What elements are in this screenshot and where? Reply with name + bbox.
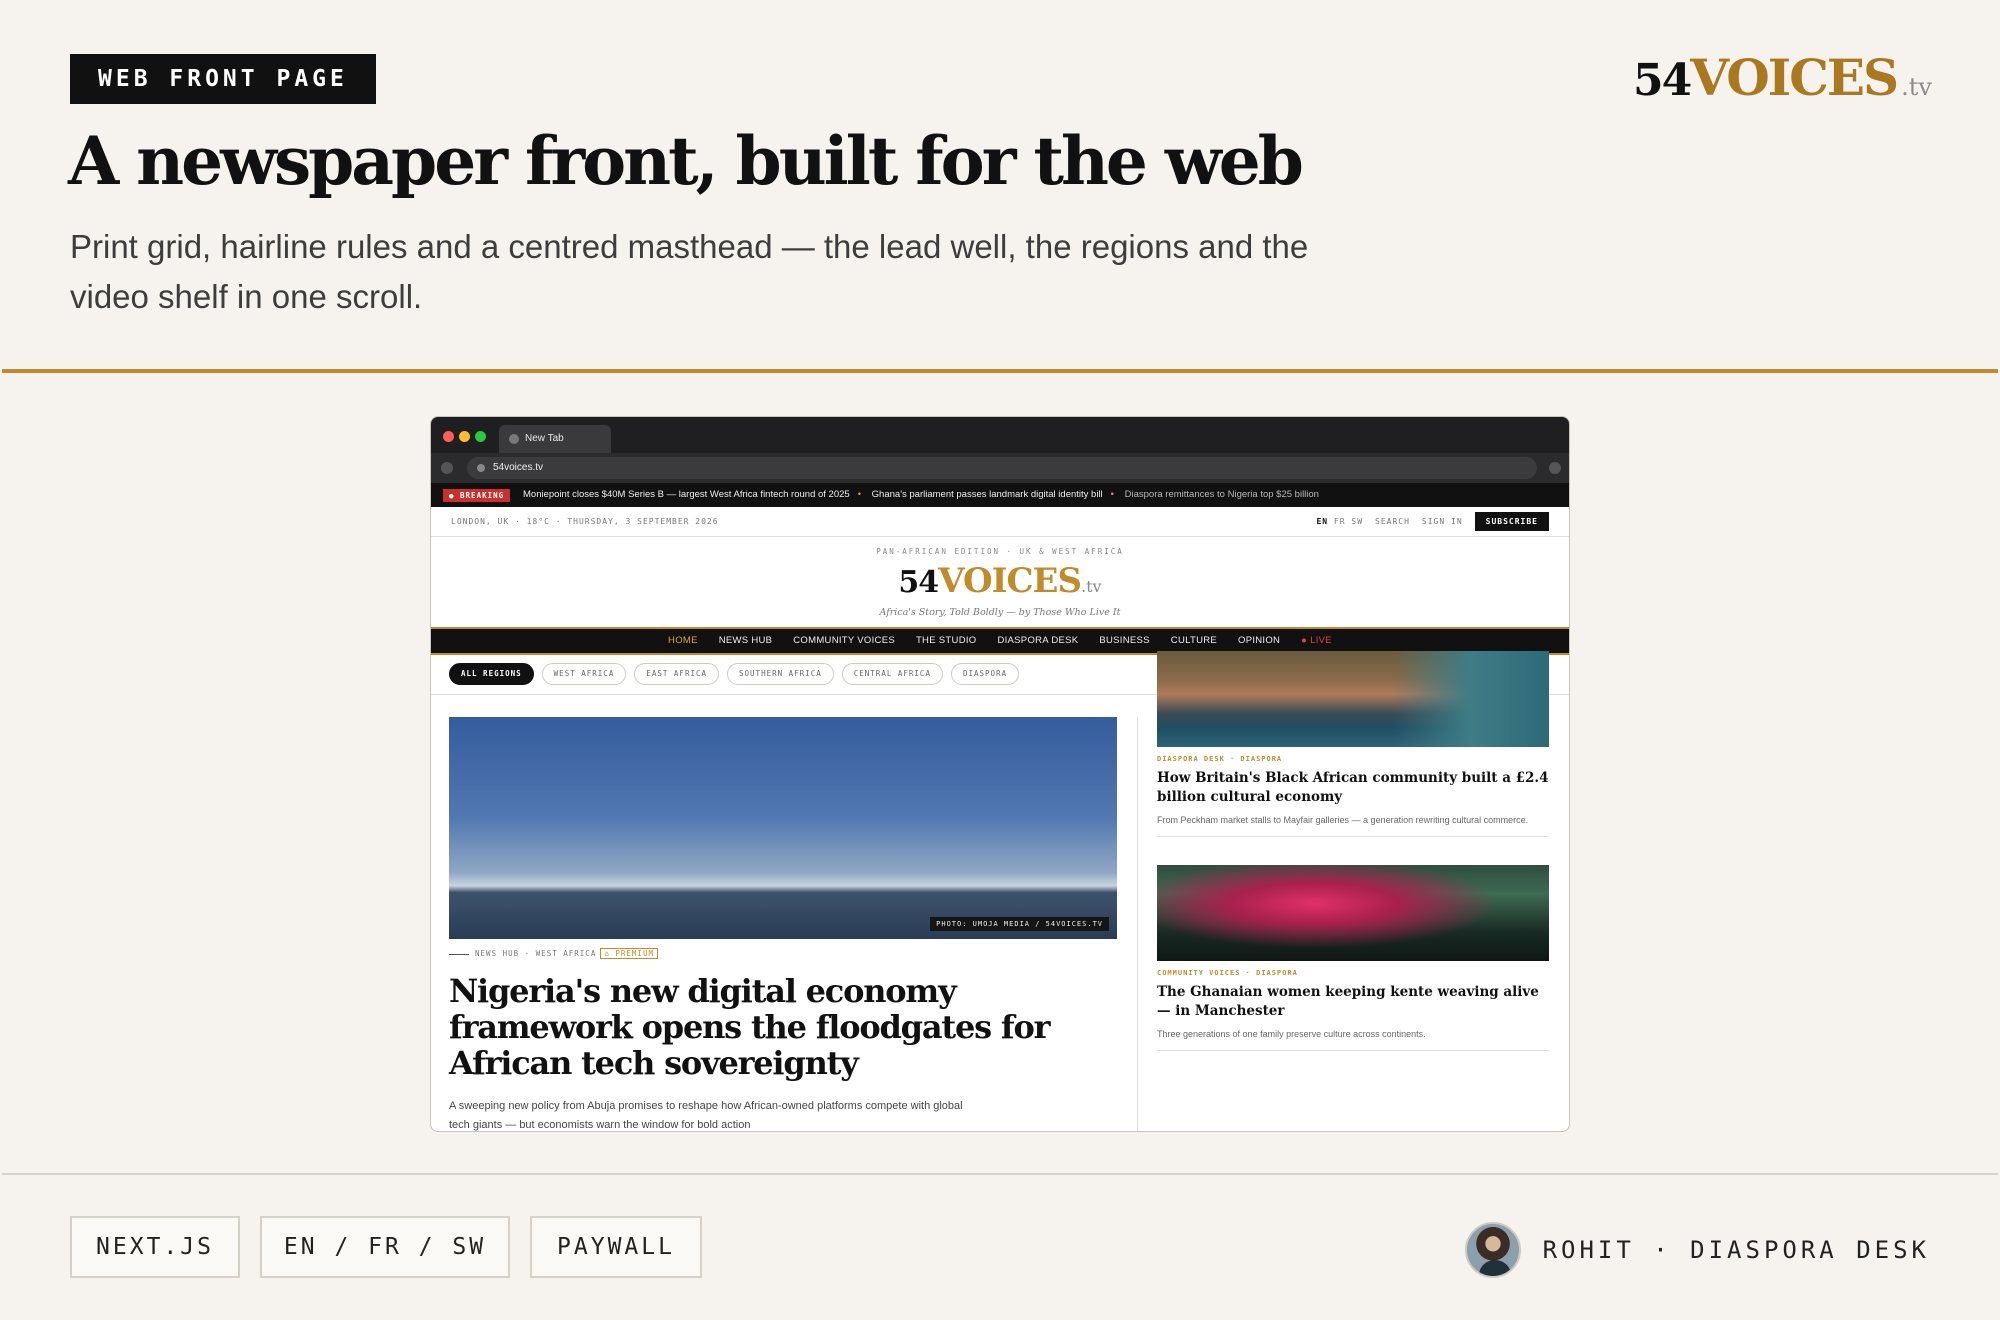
side-story-image[interactable] [1157,651,1549,747]
brand-logo-number: 54 [1633,55,1692,106]
lead-kicker: NEWS HUB · WEST AFRICA ⌂ PREMIUM [449,948,658,959]
breaking-news-ticker: ● BREAKING Moniepoint closes $40M Series… [431,483,1569,507]
browser-window: New Tab 54voices.tv ● BREAKING Moniepoin… [430,416,1570,1132]
story-divider [1157,836,1549,837]
side-story-kicker[interactable]: COMMUNITY VOICES · DIASPORA [1157,969,1549,977]
back-icon[interactable] [441,462,453,474]
nav-live[interactable]: ● LIVE [1301,635,1332,646]
subscribe-button[interactable]: SUBSCRIBE [1474,512,1549,531]
side-story: DIASPORA DESK · DIASPORA How Britain's B… [1157,651,1549,837]
nav-news-hub[interactable]: NEWS HUB [719,635,773,646]
accent-divider [2,369,1998,373]
region-pill-all[interactable]: ALL REGIONS [449,663,534,685]
site-logo[interactable]: 54VOICES.tv [431,561,1569,601]
side-story-standfirst: Three generations of one family preserve… [1157,1029,1426,1039]
lead-section[interactable]: NEWS HUB · WEST AFRICA [475,949,596,958]
edition-label: PAN-AFRICAN EDITION · UK & WEST AFRICA [876,547,1124,556]
nav-home[interactable]: HOME [668,635,698,646]
nav-community-voices[interactable]: COMMUNITY VOICES [793,635,895,646]
side-story-headline[interactable]: The Ghanaian women keeping kente weaving… [1157,983,1549,1021]
region-pill-diaspora[interactable]: DIASPORA [950,663,1020,685]
tech-chip-nextjs: NEXT.JS [70,1216,240,1278]
nav-the-studio[interactable]: THE STUDIO [916,635,977,646]
nav-business[interactable]: BUSINESS [1099,635,1149,646]
lang-fr[interactable]: FR [1334,517,1346,526]
side-story-kicker[interactable]: DIASPORA DESK · DIASPORA [1157,755,1549,763]
close-window-icon[interactable] [443,431,454,442]
footer-divider [2,1173,1998,1175]
maximize-window-icon[interactable] [475,431,486,442]
kicker-dash [449,953,469,955]
avatar [1464,1222,1521,1278]
browser-tab-bar: New Tab [431,417,1569,453]
lang-sw[interactable]: SW [1351,517,1363,526]
ticker-item[interactable]: Moniepoint closes $40M Series B — larges… [523,489,850,500]
photo-credit: PHOTO: UMOJA MEDIA / 54VOICES.TV [930,917,1109,931]
browser-toolbar: 54voices.tv [431,453,1569,483]
site-logo-number: 54 [898,565,939,600]
sign-in-link[interactable]: SIGN IN [1422,517,1463,526]
lang-en[interactable]: EN [1316,517,1328,526]
nav-culture[interactable]: CULTURE [1171,635,1217,646]
utility-bar: LONDON, UK · 18°C · THURSDAY, 3 SEPTEMBE… [431,507,1569,537]
ticker-item[interactable]: Ghana's parliament passes landmark digit… [872,489,1103,500]
side-story: COMMUNITY VOICES · DIASPORA The Ghanaian… [1157,865,1549,1051]
browser-tab[interactable]: New Tab [499,425,611,453]
nav-opinion[interactable]: OPINION [1238,635,1280,646]
region-pill-west-africa[interactable]: WEST AFRICA [541,663,627,685]
region-pill-central-africa[interactable]: CENTRAL AFRICA [841,663,943,685]
author-credit: ROHIT · DIASPORA DESK [1464,1222,1930,1278]
site-logo-suffix: .tv [1081,577,1102,596]
lead-story-image[interactable]: PHOTO: UMOJA MEDIA / 54VOICES.TV [449,717,1117,939]
masthead: PAN-AFRICAN EDITION · UK & WEST AFRICA 5… [431,537,1569,627]
section-tag: WEB FRONT PAGE [70,54,376,104]
column-divider [1137,717,1138,1131]
breaking-badge: ● BREAKING [443,489,511,502]
nav-diaspora-desk[interactable]: DIASPORA DESK [997,635,1078,646]
ticker-item[interactable]: Diaspora remittances to Nigeria top $25 … [1125,489,1319,500]
search-link[interactable]: SEARCH [1375,517,1410,526]
brand-logo-word: VOICES [1690,48,1899,107]
ticker-separator: • [1110,489,1114,500]
tech-chip-paywall: PAYWALL [530,1216,702,1278]
side-story-headline[interactable]: How Britain's Black African community bu… [1157,769,1549,807]
ticker-separator: • [857,489,862,500]
lead-headline[interactable]: Nigeria's new digital economy framework … [449,973,1089,1081]
site-logo-word: VOICES [938,561,1082,601]
side-story-standfirst: From Peckham market stalls to Mayfair ga… [1157,815,1529,825]
region-pill-east-africa[interactable]: EAST AFRICA [634,663,720,685]
profile-icon[interactable] [1549,462,1561,474]
page-title: A newspaper front, built for the web [68,122,1304,200]
site-tagline: Africa's Story, Told Boldly — by Those W… [879,607,1121,618]
region-pill-southern-africa[interactable]: SOUTHERN AFRICA [727,663,834,685]
page-subtitle: Print grid, hairline rules and a centred… [70,228,1309,315]
story-divider [1157,1050,1549,1051]
brand-logo: 54VOICES .tv [1633,48,1932,107]
side-story-image[interactable] [1157,865,1549,961]
premium-badge: ⌂ PREMIUM [600,948,658,959]
lead-standfirst: A sweeping new policy from Abuja promise… [449,1100,963,1131]
address-bar[interactable]: 54voices.tv [467,457,1537,479]
brand-logo-suffix: .tv [1901,73,1932,101]
minimize-window-icon[interactable] [459,431,470,442]
dateline: LONDON, UK · 18°C · THURSDAY, 3 SEPTEMBE… [451,517,719,526]
tech-chip-languages: EN / FR / SW [260,1216,510,1278]
author-name: ROHIT · DIASPORA DESK [1542,1236,1930,1264]
language-switcher[interactable]: EN FR SW [1316,517,1363,526]
